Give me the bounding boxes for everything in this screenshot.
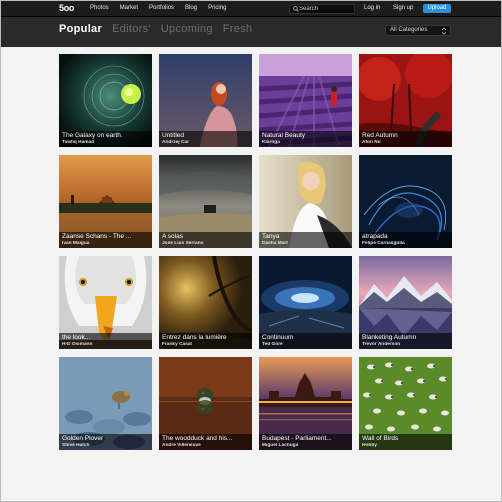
photo-author[interactable]: Iván Maigua [62, 241, 149, 247]
photo-title[interactable]: Natural Beauty [262, 132, 349, 140]
photo-author[interactable]: Trevor Anderson [362, 342, 449, 348]
photo-title[interactable]: Golden Plover [62, 435, 149, 443]
photo-title[interactable]: Untitled [162, 132, 249, 140]
photo-author[interactable]: Hobby [362, 443, 449, 449]
photo-caption: The Galaxy on earth. Tawfiq Hamad [59, 131, 152, 147]
photo-title[interactable]: Red Autumn [362, 132, 449, 140]
photo-caption: atrapada Felipe Carnasgulla [359, 232, 452, 248]
photo-card-natural-beauty[interactable]: Natural Beauty Klarnga [259, 54, 352, 147]
photo-card-budapest[interactable]: Budapest - Parliament... Miguel Lachuga [259, 357, 352, 450]
photo-author[interactable]: H-D Osimann [62, 342, 149, 348]
category-select-value: All Categories [390, 27, 428, 33]
upload-button[interactable]: Upload [423, 4, 451, 13]
photo-title[interactable]: Entrez dans la lumière [162, 334, 249, 342]
photo-card-a-solas[interactable]: A solas Jose Luis Serrano [159, 155, 252, 248]
photo-card-galaxy[interactable]: The Galaxy on earth. Tawfiq Hamad [59, 54, 152, 147]
photo-card-continuum[interactable]: Continuum Ted Gore [259, 256, 352, 349]
nav-blog[interactable]: Blog [185, 5, 197, 11]
category-tabs-bar: Popular Editors' Upcoming Fresh All Cate… [1, 17, 501, 47]
photo-card-woodduck[interactable]: The woodduck and his... Andre Villeneuve [159, 357, 252, 450]
tab-editors[interactable]: Editors' [112, 23, 151, 35]
photo-card-blanketing-autumn[interactable]: Blanketing Autumn Trevor Anderson [359, 256, 452, 349]
feed-tabs: Popular Editors' Upcoming Fresh [59, 23, 252, 35]
photo-title[interactable]: atrapada [362, 233, 449, 241]
photo-caption: Wall of Birds Hobby [359, 434, 452, 450]
nav-portfolios[interactable]: Portfolios [149, 5, 174, 11]
photo-card-entrez[interactable]: Entrez dans la lumière Franky Casal [159, 256, 252, 349]
nav-market[interactable]: Market [120, 5, 138, 11]
photo-title[interactable]: The Galaxy on earth. [62, 132, 149, 140]
photo-title[interactable]: Wall of Birds [362, 435, 449, 443]
photo-title[interactable]: Continuum [262, 334, 349, 342]
photo-caption: Golden Plover Steve Hatch [59, 434, 152, 450]
photo-title[interactable]: Blanketing Autumn [362, 334, 449, 342]
photo-card-red-autumn[interactable]: Red Autumn Afon No [359, 54, 452, 147]
photo-caption: Natural Beauty Klarnga [259, 131, 352, 147]
photo-caption: The woodduck and his... Andre Villeneuve [159, 434, 252, 450]
photo-author[interactable]: Afon No [362, 140, 449, 146]
photo-caption: Zaanse Schans - The ... Iván Maigua [59, 232, 152, 248]
photo-card-wall-of-birds[interactable]: Wall of Birds Hobby [359, 357, 452, 450]
photo-title[interactable]: the look... [62, 334, 149, 342]
photo-title[interactable]: Tanya [262, 233, 349, 241]
site-logo[interactable]: 5oo [59, 3, 74, 13]
photo-title[interactable]: Zaanse Schans - The ... [62, 233, 149, 241]
photo-caption: the look... H-D Osimann [59, 333, 152, 349]
search-input[interactable] [299, 5, 353, 13]
photo-card-zaanse-schans[interactable]: Zaanse Schans - The ... Iván Maigua [59, 155, 152, 248]
tab-upcoming[interactable]: Upcoming [161, 23, 213, 35]
photo-title[interactable]: A solas [162, 233, 249, 241]
photo-author[interactable]: Jose Luis Serrano [162, 241, 249, 247]
photo-author[interactable]: Andre Villeneuve [162, 443, 249, 449]
photo-card-the-look[interactable]: the look... H-D Osimann [59, 256, 152, 349]
photo-grid: The Galaxy on earth. Tawfiq Hamad Untitl… [59, 54, 452, 450]
tab-popular[interactable]: Popular [59, 23, 102, 35]
photo-author[interactable]: Klarnga [262, 140, 349, 146]
category-select[interactable]: All Categories [385, 25, 451, 36]
photo-caption: Tanya Dasha Mart [259, 232, 352, 248]
photo-author[interactable]: Franky Casal [162, 342, 249, 348]
photo-author[interactable]: Tawfiq Hamad [62, 140, 149, 146]
photo-card-golden-plover[interactable]: Golden Plover Steve Hatch [59, 357, 152, 450]
photo-author[interactable]: Andrzej Car [162, 140, 249, 146]
photo-author[interactable]: Dasha Mart [262, 241, 349, 247]
photo-card-atrapada[interactable]: atrapada Felipe Carnasgulla [359, 155, 452, 248]
photo-card-tanya[interactable]: Tanya Dasha Mart [259, 155, 352, 248]
login-link[interactable]: Log in [364, 5, 380, 11]
photo-caption: A solas Jose Luis Serrano [159, 232, 252, 248]
top-navigation-bar: 5oo Photos Market Portfolios Blog Pricin… [1, 1, 501, 17]
photo-author[interactable]: Ted Gore [262, 342, 349, 348]
photo-caption: Entrez dans la lumière Franky Casal [159, 333, 252, 349]
photo-author[interactable]: Miguel Lachuga [262, 443, 349, 449]
photo-title[interactable]: Budapest - Parliament... [262, 435, 349, 443]
photo-title[interactable]: The woodduck and his... [162, 435, 249, 443]
tab-fresh[interactable]: Fresh [223, 23, 253, 35]
photo-card-untitled[interactable]: Untitled Andrzej Car [159, 54, 252, 147]
photo-author[interactable]: Felipe Carnasgulla [362, 241, 449, 247]
main-nav: Photos Market Portfolios Blog Pricing [90, 5, 226, 11]
nav-photos[interactable]: Photos [90, 5, 109, 11]
search-box [289, 4, 355, 14]
photo-caption: Blanketing Autumn Trevor Anderson [359, 333, 452, 349]
chevron-updown-icon [441, 27, 447, 35]
photo-caption: Untitled Andrzej Car [159, 131, 252, 147]
signup-link[interactable]: Sign up [393, 5, 413, 11]
photo-author[interactable]: Steve Hatch [62, 443, 149, 449]
photo-caption: Red Autumn Afon No [359, 131, 452, 147]
photo-caption: Budapest - Parliament... Miguel Lachuga [259, 434, 352, 450]
nav-pricing[interactable]: Pricing [208, 5, 226, 11]
photo-caption: Continuum Ted Gore [259, 333, 352, 349]
